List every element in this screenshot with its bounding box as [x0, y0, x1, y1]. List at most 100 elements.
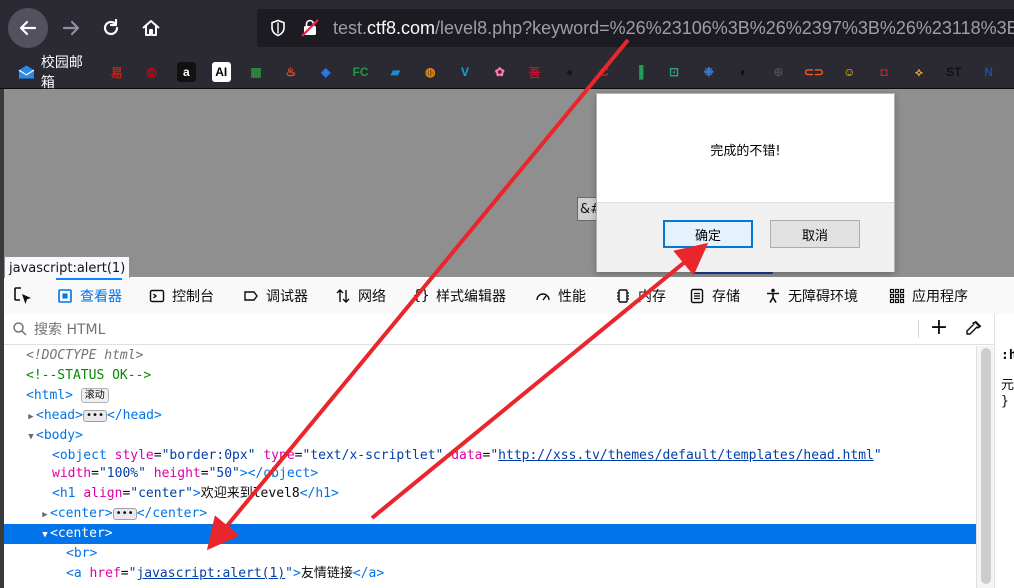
bookmark-icon[interactable]: FC — [351, 62, 370, 82]
tree-row-head[interactable]: ▶ <head> ••• </head> — [4, 406, 998, 426]
tab-application[interactable]: 应用程序 — [888, 278, 968, 314]
tree-row-object[interactable]: <object style="border:0px" type="text/x-… — [4, 446, 1014, 466]
add-node-button[interactable]: + — [928, 317, 950, 340]
head-close-tag: </head> — [107, 408, 162, 423]
url-prefix: test. — [333, 17, 368, 38]
tab-style-editor[interactable]: {} 样式编辑器 — [412, 278, 506, 314]
collapse-triangle-icon[interactable]: ▼ — [40, 525, 50, 545]
doctype-node: <!DOCTYPE html> — [26, 348, 144, 363]
bookmark-icon[interactable]: C — [595, 62, 614, 82]
tree-row-a[interactable]: <a href="javascript:alert(1)">友情链接</a> — [4, 564, 1014, 584]
bookmark-icon[interactable]: ST — [944, 62, 963, 82]
tree-row-doctype[interactable]: <!DOCTYPE html> — [4, 346, 998, 366]
side-rule-brace: } — [1001, 394, 1009, 409]
attr-name: href — [89, 566, 121, 581]
expand-triangle-icon[interactable]: ▶ — [40, 505, 50, 525]
url-bar[interactable]: test.ctf8.com/level8.php?keyword=%26%231… — [257, 9, 1014, 47]
tab-label: 内存 — [638, 289, 666, 305]
eyedropper-icon[interactable] — [964, 320, 982, 338]
tab-accessibility[interactable]: 无障碍环境 — [764, 278, 858, 314]
bookmark-icon[interactable]: ◍ — [421, 62, 440, 82]
text-node: 欢迎来到level8 — [200, 486, 300, 501]
bookmark-icon[interactable]: 易 — [107, 62, 126, 82]
bookmark-icon[interactable]: a — [176, 62, 196, 82]
tab-inspector[interactable]: 查看器 — [56, 278, 122, 314]
collapsed-ellipsis[interactable]: ••• — [82, 409, 108, 422]
tab-label: 存储 — [712, 289, 740, 305]
bookmark-icon[interactable]: ◎ — [142, 62, 161, 82]
tree-row-object-cont[interactable]: width="100%" height="50"></object> — [4, 464, 1014, 484]
back-button[interactable] — [8, 8, 48, 48]
bookmark-icon[interactable]: ♨ — [281, 62, 300, 82]
bookmark-icon[interactable]: ❉ — [699, 62, 718, 82]
insecure-lock-icon[interactable] — [299, 17, 321, 39]
attr-name: type — [263, 448, 295, 463]
bookmark-icon[interactable]: N — [979, 62, 998, 82]
cancel-button[interactable]: 取消 — [770, 220, 860, 248]
attr-link[interactable]: http://xss.tv/themes/default/templates/h… — [498, 448, 874, 463]
tag-bracket: > — [192, 486, 201, 501]
tree-row-h1[interactable]: <h1 align="center">欢迎来到level8</h1> — [4, 484, 1014, 504]
ok-button[interactable]: 确定 — [663, 220, 753, 248]
bookmark-icon[interactable]: ✿ — [490, 62, 509, 82]
tab-memory[interactable]: 内存 — [614, 278, 666, 314]
bookmark-icon[interactable]: ◐ — [734, 62, 753, 82]
bookmark-icon[interactable]: ▐ — [630, 62, 649, 82]
tree-row-center-collapsed[interactable]: ▶ <center> ••• </center> — [4, 504, 1012, 524]
tab-network[interactable]: 网络 — [334, 278, 386, 314]
tree-row-br[interactable]: <br> — [4, 544, 1014, 564]
element-picker-button[interactable] — [10, 284, 36, 308]
reload-button[interactable] — [92, 10, 130, 46]
bookmark-icon[interactable]: ▰ — [386, 62, 405, 82]
home-button[interactable] — [132, 10, 170, 46]
bookmark-icon[interactable]: ⊡ — [665, 62, 684, 82]
tab-performance[interactable]: 性能 — [534, 278, 586, 314]
tab-label: 调试器 — [266, 289, 308, 305]
tracking-shield-icon[interactable] — [267, 17, 289, 39]
bookmark-icon[interactable]: AI — [211, 62, 231, 82]
tab-console[interactable]: 控制台 — [148, 278, 214, 314]
html-search-input[interactable] — [32, 318, 636, 342]
bookmark-icon[interactable]: ⊂⊃ — [804, 62, 824, 82]
tab-storage[interactable]: 存储 — [688, 278, 740, 314]
attr-link[interactable]: javascript:alert(1) — [136, 566, 285, 581]
tree-row-html[interactable]: <html> 滚动 — [4, 386, 998, 406]
bookmark-icon[interactable]: ▦ — [247, 62, 266, 82]
markup-scrollbar[interactable] — [976, 346, 995, 588]
bookmark-icon[interactable]: ⟡ — [910, 62, 929, 82]
attr-value: "text/x-scriptlet" — [302, 448, 444, 463]
attr-quote: " — [873, 448, 882, 463]
bookmark-icon[interactable]: ● — [560, 62, 579, 82]
expand-triangle-icon[interactable]: ▶ — [26, 407, 36, 427]
home-icon — [142, 20, 160, 36]
bookmarks-bar: 校园邮箱 易 ◎ a AI ▦ ♨ ◈ FC ▰ ◍ V ✿ 吾 ● C ▐ ⊡ ❉ ◐ ⊕ ⊂⊃ ☺ ◘ ⟡ ST N — [0, 55, 1014, 91]
dialog-message: 完成的不错! — [710, 144, 781, 159]
bookmark-icon[interactable]: ☺ — [840, 62, 859, 82]
bookmark-icon[interactable]: ◈ — [316, 62, 335, 82]
collapsed-ellipsis[interactable]: ••• — [112, 507, 137, 520]
devtools-panel: 查看器 控制台 调试器 网络 {} 样式编辑器 性能 内存 存储 无障碍环境 应… — [4, 278, 1014, 588]
scrollbar-thumb[interactable] — [981, 348, 991, 584]
collapse-triangle-icon[interactable]: ▼ — [26, 427, 36, 447]
bookmark-campus-mail[interactable]: 校园邮箱 — [18, 52, 93, 92]
attr-name: width — [52, 466, 92, 481]
url-text[interactable]: test.ctf8.com/level8.php?keyword=%26%231… — [333, 18, 1014, 39]
debugger-icon — [242, 287, 260, 305]
bookmark-icon[interactable]: V — [456, 62, 475, 82]
rules-side-panel: :h 元 } — [994, 314, 1014, 588]
alert-dialog: 完成的不错! 确定 取消 — [596, 93, 895, 272]
bookmark-icon[interactable]: ⊕ — [769, 62, 788, 82]
tree-row-comment[interactable]: <!--STATUS OK--> — [4, 366, 998, 386]
scroll-badge[interactable]: 滚动 — [80, 388, 109, 403]
attr-name: align — [83, 486, 123, 501]
a-close-tag: </a> — [352, 566, 385, 581]
tree-row-center-selected[interactable]: ▼ <center> — [4, 524, 1012, 544]
forward-button[interactable] — [52, 10, 90, 46]
bookmark-icon[interactable]: 吾 — [525, 62, 544, 82]
bookmark-icon[interactable]: ◘ — [875, 62, 894, 82]
tree-row-body[interactable]: ▼ <body> — [4, 426, 998, 446]
tab-label: 网络 — [358, 289, 386, 305]
attr-name: height — [153, 466, 201, 481]
storage-icon — [688, 287, 706, 305]
tab-debugger[interactable]: 调试器 — [242, 278, 308, 314]
